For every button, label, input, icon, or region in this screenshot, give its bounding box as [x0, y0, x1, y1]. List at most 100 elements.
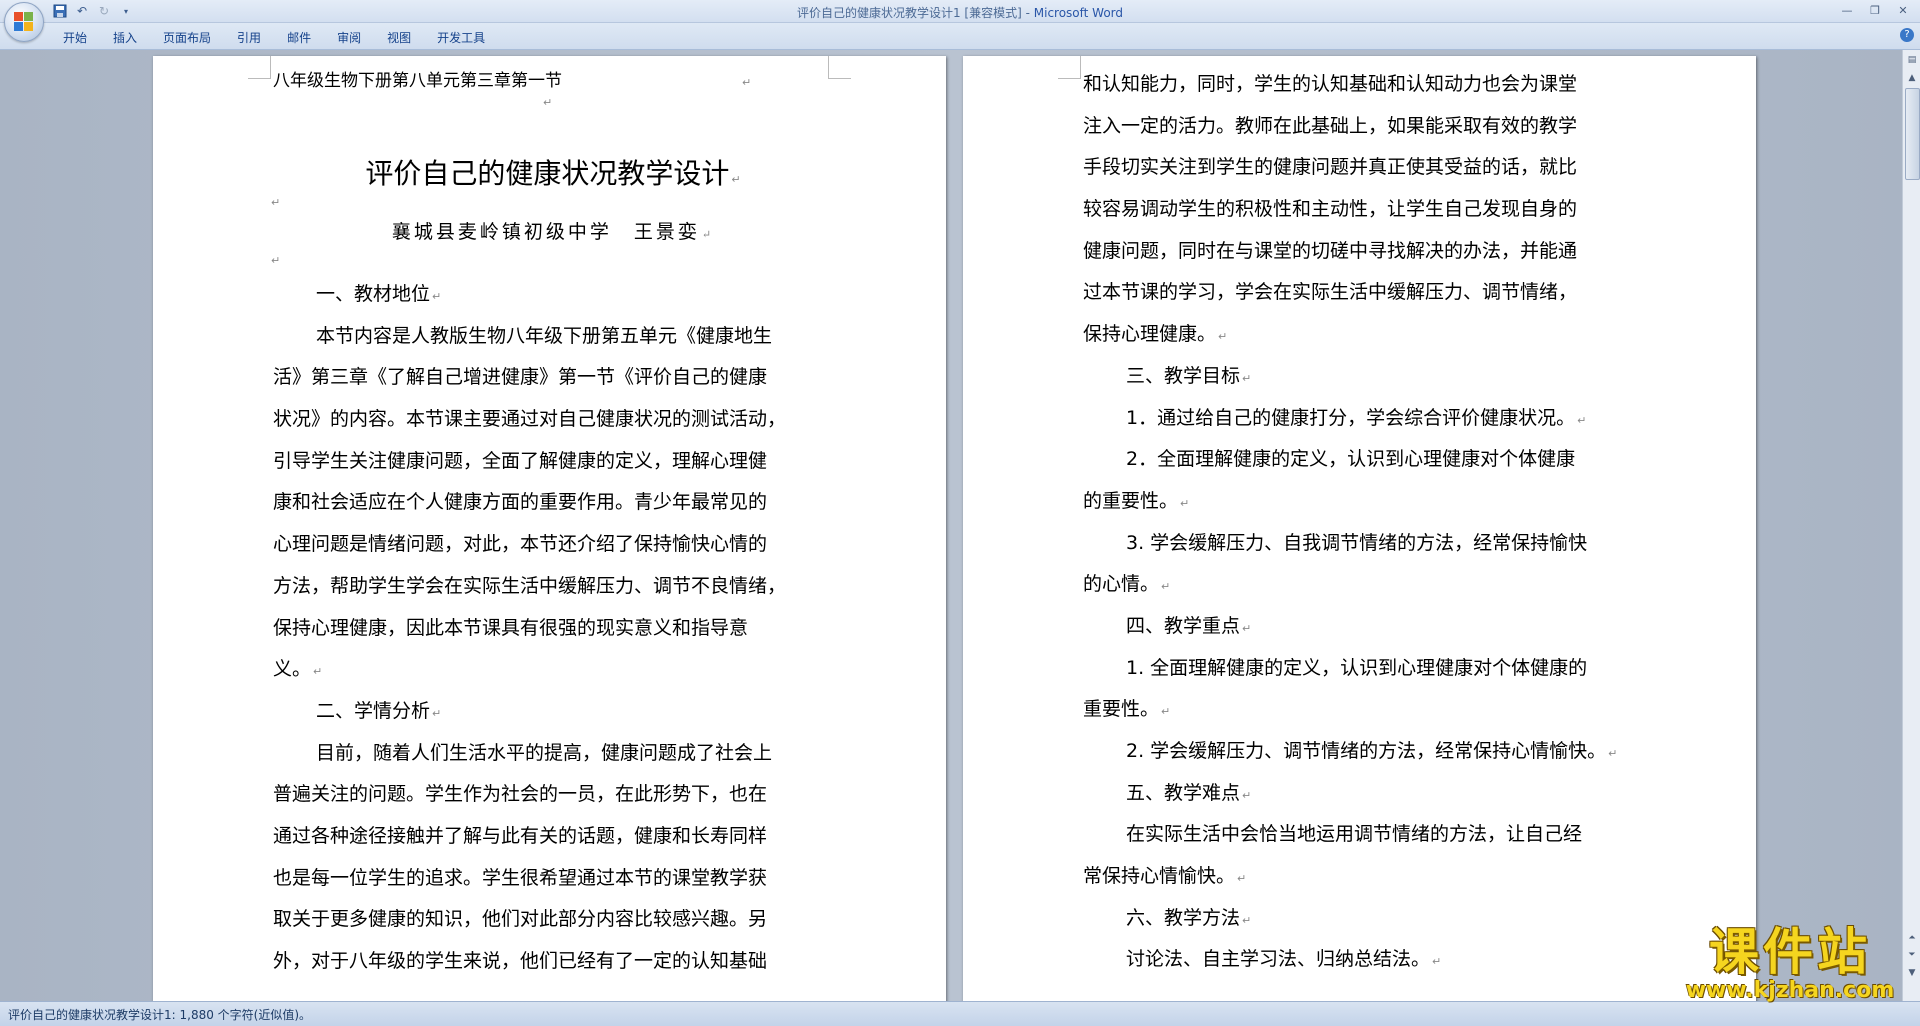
body-line: 本节内容是人教版生物八年级下册第五单元《健康地生 — [316, 324, 773, 347]
tab-insert[interactable]: 插入 — [100, 27, 150, 48]
goal2-end: 的重要性。 — [1083, 489, 1179, 512]
author-text: 襄城县麦岭镇初级中学 王景娈 — [391, 221, 700, 243]
body-line: 也是每一位学生的追求。学生很希望通过本节的课堂教学获 — [273, 866, 768, 889]
paragraph-mark: ↵ — [543, 96, 553, 109]
section1-heading: 一、教材地位 — [316, 283, 431, 305]
close-icon[interactable]: ✕ — [1890, 2, 1916, 19]
methods-text: 讨论法、自主学习法、归纳总结法。 — [1126, 948, 1431, 971]
list-item: 的重要性。 ↵ — [1083, 489, 1190, 512]
status-bar: 评价自己的健康状况教学设计1: 1,880 个字符(近似值)。 — [0, 1001, 1920, 1026]
body-line-end: 义。 — [273, 658, 312, 681]
app-name: Microsoft Word — [1033, 6, 1124, 20]
body-line: 在实际生活中会恰当地运用调节情绪的方法，让自己经 — [1126, 823, 1583, 846]
scrollbar-thumb[interactable] — [1905, 88, 1920, 180]
key2-text: 2. 学会缓解压力、调节情绪的方法，经常保持心情愉快。 — [1126, 740, 1607, 762]
page-header: 八年级生物下册第八单元第三章第一节 ↵ — [273, 71, 752, 91]
body-line: 状况》的内容。本节课主要通过对自己健康状况的测试活动， — [273, 408, 787, 431]
paragraph-mark: ↵ — [271, 254, 281, 267]
body-line: 康和社会适应在个人健康方面的重要作用。青少年最常见的 — [273, 491, 768, 514]
author-line: 襄城县麦岭镇初级中学 王景娈 ↵ — [391, 221, 715, 243]
list-item: 2．全面理解健康的定义，认识到心理健康对个体健康 — [1126, 448, 1576, 471]
office-logo-icon — [14, 12, 34, 32]
body-line: 活》第三章《了解自己增进健康》第一节《评价自己的健康 — [273, 366, 768, 389]
margin-corner — [248, 56, 271, 79]
section2-heading: 二、学情分析 — [316, 699, 431, 722]
minimize-icon[interactable]: — — [1834, 2, 1860, 19]
body-line: 保持心理健康，因此本节课具有很强的现实意义和指导意 — [273, 616, 749, 639]
title-bar: ↶ ↻ ▾ 评价自己的健康状况教学设计1 [兼容模式] - Microsoft … — [0, 0, 1920, 23]
body-line: 过本节课的学习，学会在实际生活中缓解压力、调节情绪， — [1083, 281, 1578, 304]
tab-review[interactable]: 审阅 — [324, 27, 374, 48]
restore-icon[interactable]: ❐ — [1862, 2, 1888, 19]
vertical-scrollbar[interactable]: ▤ ▲ ▼ ⏶ ⏷ — [1902, 50, 1920, 1001]
status-text: 评价自己的健康状况教学设计1: 1,880 个字符(近似值)。 — [8, 1008, 312, 1022]
watermark-main: 课件站 — [1709, 923, 1871, 981]
body-line: 通过各种途径接触并了解与此有关的话题，健康和长寿同样 — [273, 824, 768, 847]
tab-developer[interactable]: 开发工具 — [424, 27, 498, 48]
goal3-end: 的心情。 — [1083, 573, 1160, 596]
goal1-text: 1．通过给自己的健康打分，学会综合评价健康状况。 — [1126, 406, 1576, 429]
ruler-toggle-icon[interactable]: ▤ — [1904, 52, 1920, 68]
scroll-up-icon[interactable]: ▲ — [1904, 70, 1920, 86]
section6-heading: 六、教学方法 — [1126, 906, 1241, 929]
tab-view[interactable]: 视图 — [374, 27, 424, 48]
paragraph-mark: ↵ — [271, 196, 281, 209]
title-text: 评价自己的健康状况教学设计 — [365, 157, 730, 190]
body-line-end: 保持心理健康。 — [1083, 323, 1217, 346]
section-heading: 一、教材地位 ↵ — [316, 283, 442, 305]
body-line: 方法，帮助学生学会在实际生活中缓解压力、调节不良情绪， — [273, 574, 787, 597]
section-heading: 四、教学重点 ↵ — [1126, 614, 1252, 637]
tab-page-layout[interactable]: 页面布局 — [150, 27, 224, 48]
page-left[interactable]: 八年级生物下册第八单元第三章第一节 ↵ ↵ 评价自己的健康状况教学设计 ↵ ↵ 襄城… — [153, 56, 946, 1001]
document-title-heading: 评价自己的健康状况教学设计 ↵ — [365, 157, 741, 190]
list-item: 重要性。 ↵ — [1083, 698, 1171, 721]
body-line: 较容易调动学生的积极性和主动性，让学生自己发现自身的 — [1083, 198, 1578, 221]
watermark-url: www.kjzhan.com — [1685, 978, 1895, 1003]
page-right[interactable]: 和认知能力，同时，学生的认知基础和认知动力也会为课堂 注入一定的活力。教师在此基… — [963, 56, 1756, 1001]
body-line: 注入一定的活力。教师在此基础上，如果能采取有效的教学 — [1083, 114, 1578, 137]
section-heading: 二、学情分析 ↵ — [316, 699, 442, 722]
body-line: 义。 ↵ — [273, 658, 323, 681]
margin-corner — [1058, 56, 1081, 79]
list-item: 1．通过给自己的健康打分，学会综合评价健康状况。 ↵ — [1126, 406, 1587, 429]
header-text: 八年级生物下册第八单元第三章第一节 — [273, 71, 562, 91]
body-line: 心理问题是情绪问题，对此，本节还介绍了保持愉快心情的 — [273, 533, 768, 556]
right-body: 和认知能力，同时，学生的认知基础和认知动力也会为课堂 注入一定的活力。教师在此基… — [1083, 64, 1643, 981]
key1-end: 重要性。 — [1083, 698, 1160, 721]
body-line: 外，对于八年级的学生来说，他们已经有了一定的认知基础 — [273, 950, 768, 972]
section5-heading: 五、教学难点 — [1126, 781, 1241, 804]
office-button[interactable] — [4, 2, 44, 42]
body-line: 健康问题，同时在与课堂的切磋中寻找解决的办法，并能通 — [1083, 239, 1578, 262]
body-line: 常保持心情愉快。 ↵ — [1083, 865, 1247, 888]
tab-home[interactable]: 开始 — [50, 27, 100, 48]
section-heading: 五、教学难点 ↵ — [1126, 781, 1252, 804]
list-item: 3. 学会缓解压力、自我调节情绪的方法，经常保持愉快 — [1126, 531, 1588, 554]
tab-mailings[interactable]: 邮件 — [274, 27, 324, 48]
body-line: 普遍关注的问题。学生作为社会的一员，在此形势下，也在 — [273, 783, 768, 806]
left-body: 一、教材地位 ↵ 本节内容是人教版生物八年级下册第五单元《健康地生 活》第三章《了… — [273, 274, 833, 983]
document-workspace: 八年级生物下册第八单元第三章第一节 ↵ ↵ 评价自己的健康状况教学设计 ↵ ↵ 襄城… — [0, 50, 1902, 1001]
section-heading: 六、教学方法 ↵ — [1126, 906, 1252, 929]
section3-heading: 三、教学目标 — [1126, 364, 1241, 387]
section4-heading: 四、教学重点 — [1126, 614, 1241, 637]
difficulty-end: 常保持心情愉快。 — [1083, 865, 1236, 888]
window-controls: — ❐ ✕ — [1834, 2, 1916, 19]
tab-references[interactable]: 引用 — [224, 27, 274, 48]
ribbon-tabs-bar: 开始 插入 页面布局 引用 邮件 审阅 视图 开发工具 ? — [0, 23, 1920, 50]
list-item: 1. 全面理解健康的定义，认识到心理健康对个体健康的 — [1126, 656, 1588, 679]
body-line: 讨论法、自主学习法、归纳总结法。 ↵ — [1126, 948, 1442, 971]
body-line: 保持心理健康。 ↵ — [1083, 323, 1228, 346]
body-line: 目前，随着人们生活水平的提高，健康问题成了社会上 — [316, 741, 773, 764]
ribbon-tabs: 开始 插入 页面布局 引用 邮件 审阅 视图 开发工具 — [50, 27, 498, 48]
help-icon[interactable]: ? — [1900, 28, 1914, 42]
body-line: 和认知能力，同时，学生的认知基础和认知动力也会为课堂 — [1083, 73, 1578, 95]
document-title: 评价自己的健康状况教学设计1 [兼容模式] - — [796, 6, 1034, 20]
body-line: 手段切实关注到学生的健康问题并真正使其受益的话，就比 — [1083, 156, 1578, 179]
list-item: 2. 学会缓解压力、调节情绪的方法，经常保持心情愉快。 ↵ — [1126, 740, 1618, 762]
section-heading: 三、教学目标 ↵ — [1126, 364, 1252, 387]
watermark-logo: 课件站 www.kjzhan.com — [1670, 925, 1910, 1003]
list-item: 的心情。 ↵ — [1083, 573, 1171, 596]
body-line: 引导学生关注健康问题，全面了解健康的定义，理解心理健 — [273, 449, 768, 472]
window-title: 评价自己的健康状况教学设计1 [兼容模式] - Microsoft Word — [0, 4, 1920, 21]
body-line: 取关于更多健康的知识，他们对此部分内容比较感兴趣。另 — [273, 908, 768, 931]
